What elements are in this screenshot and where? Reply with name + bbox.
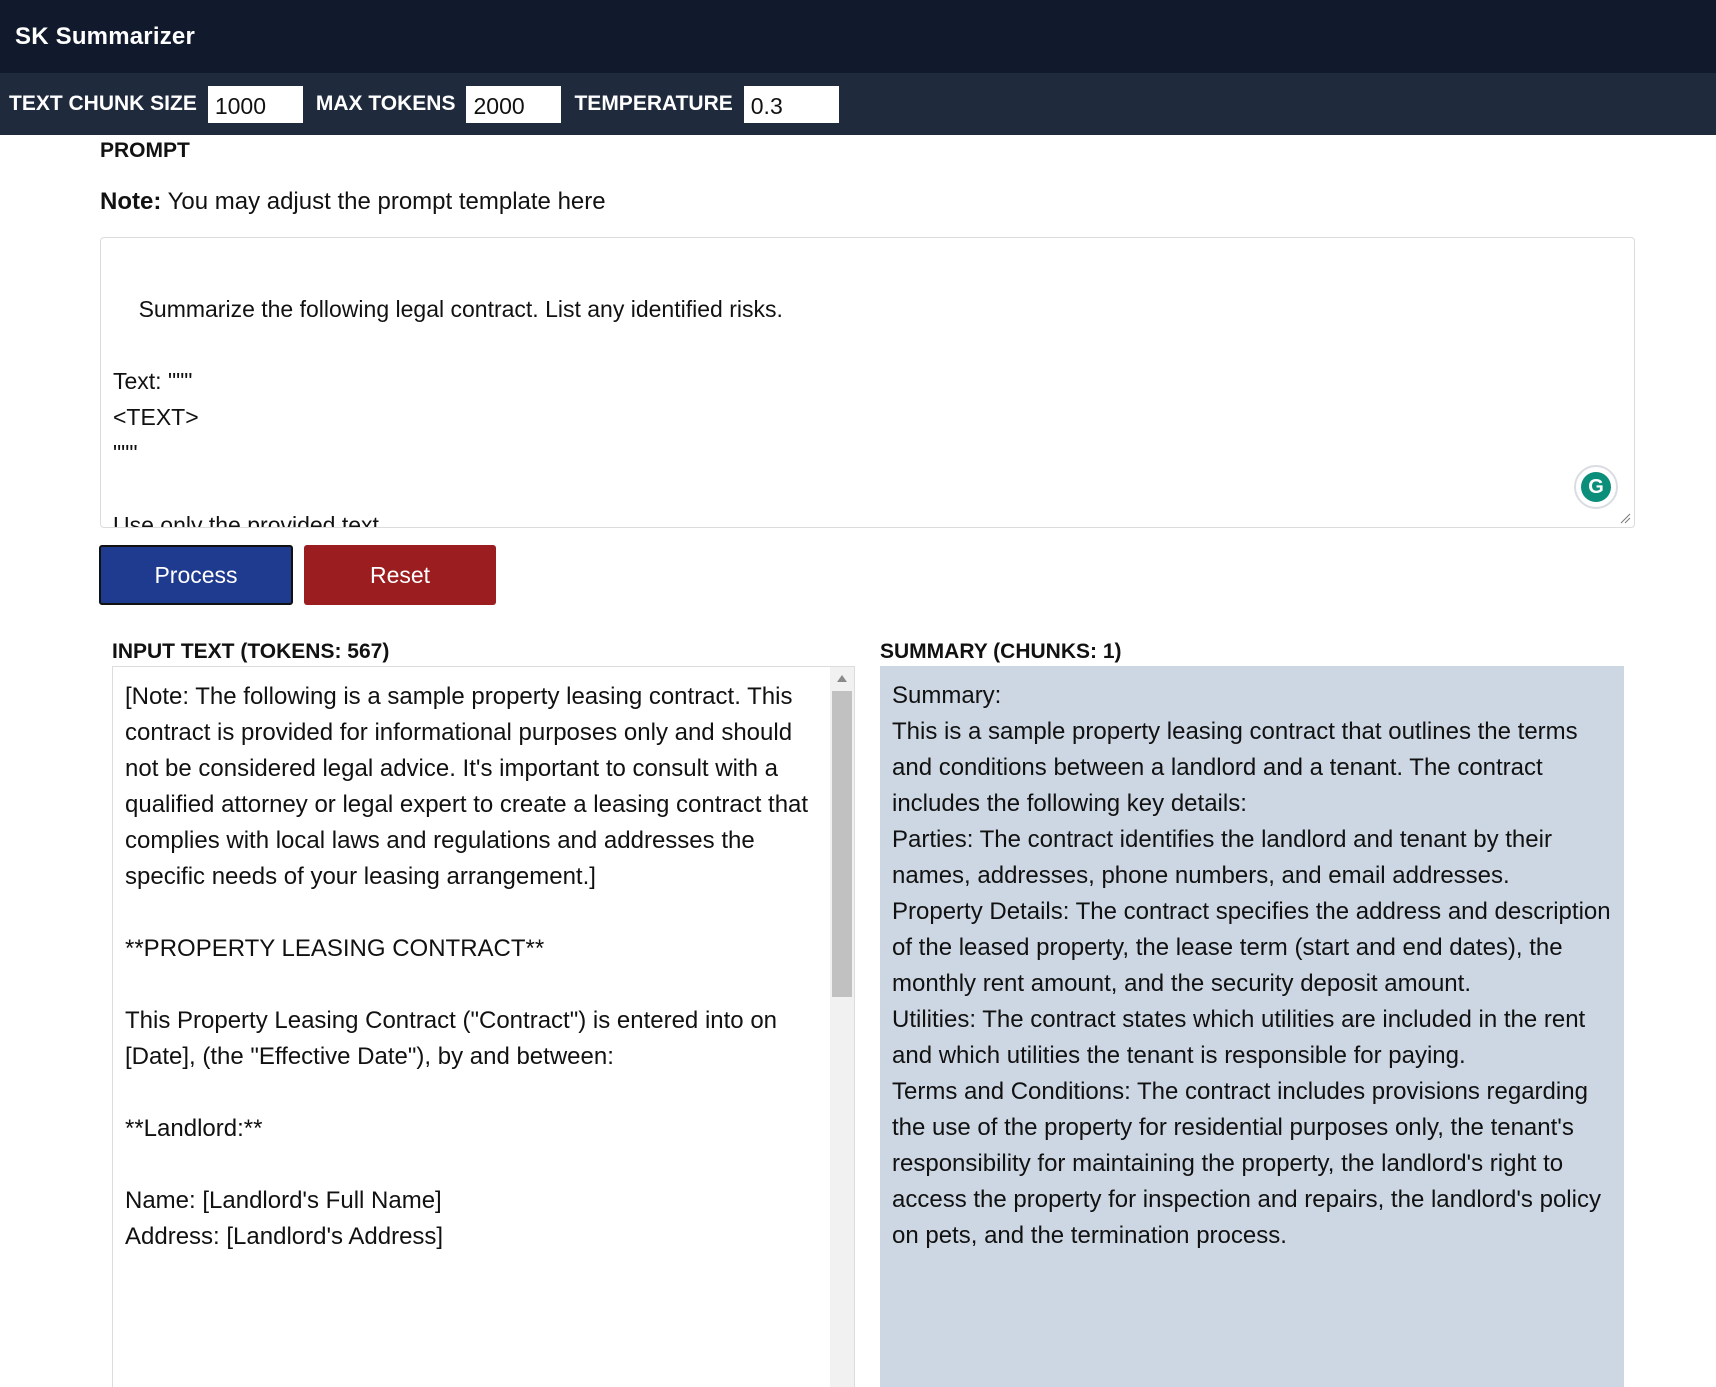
temperature-input[interactable] — [743, 85, 839, 123]
reset-button[interactable]: Reset — [304, 545, 496, 605]
summary-line: Terms and Conditions: The contract inclu… — [892, 1078, 1601, 1249]
summary-line: Property Details: The contract specifies… — [892, 898, 1611, 997]
note-label: Note: — [100, 188, 162, 215]
input-scrollbar[interactable] — [830, 667, 854, 1387]
summary-heading: SUMMARY (CHUNKS: 1) — [880, 640, 1122, 663]
input-text-area[interactable]: [Note: The following is a sample propert… — [112, 666, 855, 1387]
prompt-template-text: Summarize the following legal contract. … — [113, 296, 783, 528]
temperature-label: TEMPERATURE — [574, 92, 733, 115]
summary-line: Summary: — [892, 682, 1002, 709]
summary-line: Utilities: The contract states which uti… — [892, 1006, 1586, 1069]
summary-line: Parties: The contract identifies the lan… — [892, 826, 1552, 889]
chunk-size-label: TEXT CHUNK SIZE — [9, 92, 197, 115]
prompt-note: Note: You may adjust the prompt template… — [100, 188, 606, 216]
summary-line: This is a sample property leasing contra… — [892, 718, 1578, 817]
scroll-thumb[interactable] — [832, 691, 852, 997]
prompt-template-textarea[interactable]: Summarize the following legal contract. … — [100, 237, 1635, 528]
prompt-heading: PROMPT — [100, 139, 190, 162]
note-text: You may adjust the prompt template here — [161, 188, 606, 215]
input-text-content: [Note: The following is a sample propert… — [125, 683, 809, 1250]
app-title: SK Summarizer — [15, 22, 195, 50]
resize-grip-icon[interactable] — [1619, 512, 1631, 524]
max-tokens-input[interactable] — [466, 85, 562, 123]
max-tokens-label: MAX TOKENS — [315, 92, 456, 115]
summary-output: Summary: This is a sample property leasi… — [880, 666, 1624, 1387]
chunk-size-input[interactable] — [207, 85, 303, 123]
input-text-heading: INPUT TEXT (TOKENS: 567) — [112, 640, 390, 663]
settings-bar: TEXT CHUNK SIZE MAX TOKENS TEMPERATURE — [0, 73, 1716, 135]
grammarly-icon[interactable]: G — [1574, 465, 1618, 509]
scroll-up-arrow-icon[interactable] — [837, 675, 847, 682]
app-header: SK Summarizer — [0, 0, 1716, 73]
process-button[interactable]: Process — [99, 545, 293, 605]
